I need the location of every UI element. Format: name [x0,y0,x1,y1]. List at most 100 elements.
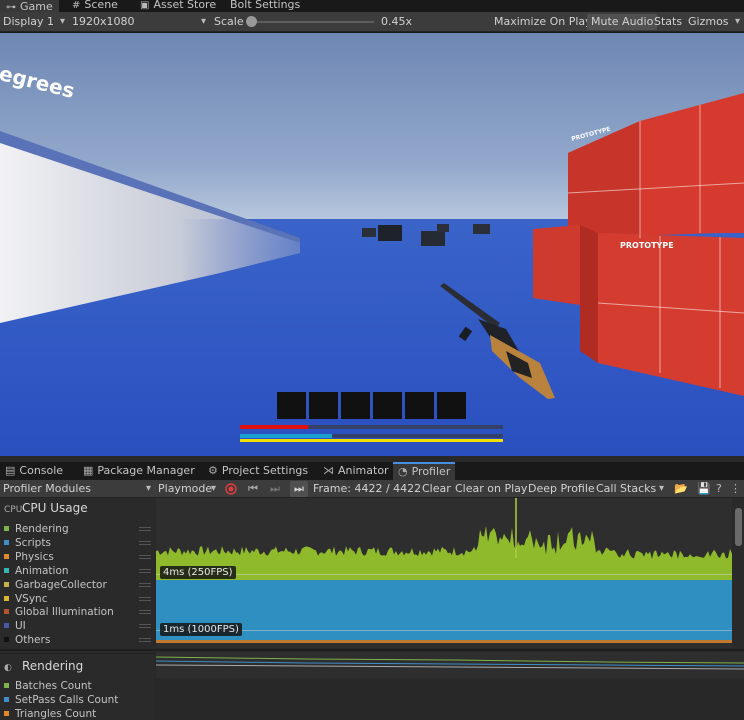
drag-grip-icon[interactable] [139,582,151,587]
cpu-usage-chart [156,498,732,648]
console-icon: ▤ [5,464,16,477]
rendering-legend-item[interactable]: Batches Count [4,679,92,693]
package-icon: ▦ [83,464,94,477]
playmode-dropdown[interactable]: Playmode [158,481,218,497]
marker-label-1ms: 1ms (1000FPS) [160,623,242,636]
hotbar-slot[interactable] [341,392,370,419]
legend-label: Global Illumination [15,606,114,619]
marker-line-1ms [156,630,732,631]
tab-animator[interactable]: ⋊ Animator [318,462,394,480]
cpu-usage-graph[interactable]: 4ms (250FPS) 1ms (1000FPS) [156,498,732,648]
resolution-dropdown[interactable]: 1920x1080 [72,14,208,30]
gear-icon: ⚙ [208,464,218,477]
rendering-legend-item[interactable]: Triangles Count [4,707,96,720]
legend-swatch [4,683,9,688]
health-bar [240,425,309,429]
call-stacks-dropdown[interactable]: Call Stacks [596,481,666,497]
rendering-module-title[interactable]: ◐ Rendering [4,658,83,674]
cpu-legend-item[interactable]: VSync [4,592,155,606]
rendering-icon: ◐ [4,663,12,673]
drag-grip-icon[interactable] [139,624,151,629]
tab-bolt-settings[interactable]: Bolt Settings [224,0,306,12]
scale-value: 0.45x [381,15,413,28]
rendering-graph[interactable] [156,652,744,678]
red-box [533,225,580,305]
deep-profile-button[interactable]: Deep Profile [524,481,599,497]
legend-swatch [4,623,9,629]
tab-project-settings[interactable]: ⚙ Project Settings [203,462,313,480]
drag-grip-icon[interactable] [139,540,151,545]
rendering-legend-item[interactable]: SetPass Calls Count [4,693,118,707]
legend-swatch [4,539,9,545]
game-toolbar: Display 1 1920x1080 Scale 0.45x Maximize… [0,12,744,32]
mute-audio-button[interactable]: Mute Audio [587,14,658,30]
cpu-legend-item[interactable]: Scripts [4,536,155,550]
cpu-legend-item[interactable]: Global Illumination [4,605,155,619]
frame-counter: Frame: 4422 / 4422 [313,482,422,495]
cpu-legend-item[interactable]: Rendering [4,522,155,536]
next-frame-icon[interactable]: ⏭ [270,481,280,497]
drag-grip-icon[interactable] [139,610,151,615]
tab-game[interactable]: ⊶ Game [0,0,59,12]
drag-grip-icon[interactable] [139,554,151,559]
hotbar-slot[interactable] [277,392,306,419]
legend-swatch [4,595,9,601]
gizmos-dropdown[interactable]: Gizmos [684,14,742,30]
distant-box [378,225,402,241]
scripts-area [156,580,732,640]
scale-slider-track[interactable] [252,21,374,23]
distant-box [362,228,376,237]
profiler-modules-dropdown[interactable]: Profiler Modules [3,481,153,497]
hotbar-slot[interactable] [405,392,434,419]
stats-button[interactable]: Stats [650,14,686,30]
legend-label: VSync [15,592,48,605]
game-viewport[interactable]: PROTOTYPE PROTOTYPE egrees [0,33,744,456]
cpu-legend-item[interactable]: GarbageCollector [4,578,155,592]
drag-grip-icon[interactable] [139,527,151,531]
cpu-legend-item[interactable]: Others [4,633,155,647]
legend-swatch [4,609,9,615]
scale-slider-knob[interactable] [246,16,257,27]
rendering-area [156,525,732,580]
legend-swatch [4,637,9,643]
profiler-window: ▤ Console ▦ Package Manager ⚙ Project Setti… [0,456,744,720]
tab-console[interactable]: ▤ Console [0,462,68,480]
clear-button[interactable]: Clear [418,481,455,497]
red-box-side [580,225,598,363]
graph-separator [0,649,744,651]
display-dropdown[interactable]: Display 1 [3,14,67,30]
tab-package-manager[interactable]: ▦ Package Manager [78,462,200,480]
legend-label: Batches Count [15,680,92,692]
load-icon[interactable]: 📂 [674,481,688,497]
profiler-scrollbar[interactable] [732,498,744,648]
help-icon[interactable]: ? [716,481,722,497]
first-frame-icon[interactable]: ⏮ [248,481,258,497]
legend-label: Scripts [15,536,51,549]
profiler-toolbar: Profiler Modules Playmode ⏮ ⏭ ⏭ Frame: 4… [0,480,744,498]
tab-asset-store[interactable]: ▣ Asset Store [134,0,222,12]
drag-grip-icon[interactable] [139,638,151,643]
marker-label-4ms: 4ms (250FPS) [160,566,236,579]
legend-label: SetPass Calls Count [15,694,119,706]
drag-grip-icon[interactable] [139,568,151,573]
maximize-on-play-button[interactable]: Maximize On Play [490,14,596,30]
hotbar-slot[interactable] [373,392,402,419]
record-button[interactable] [224,483,238,495]
cpu-legend-item[interactable]: UI [4,619,155,633]
current-frame-icon[interactable]: ⏭ [290,481,308,497]
cpu-legend-item[interactable]: Physics [4,550,155,564]
tab-profiler[interactable]: ◔ Profiler [393,462,456,480]
drag-grip-icon[interactable] [139,596,151,601]
tab-scene[interactable]: # Scene [66,0,124,12]
legend-swatch [4,711,9,716]
legend-label: Rendering [15,523,69,535]
more-options-icon[interactable]: ⋮ [730,481,741,497]
profiler-icon: ◔ [398,465,408,478]
hotbar-slot[interactable] [309,392,338,419]
hotbar-slot[interactable] [437,392,466,419]
cpu-usage-module-title[interactable]: CPUCPU Usage [4,500,88,516]
save-icon[interactable]: 💾 [697,481,711,497]
cpu-legend-item[interactable]: Animation [4,564,155,578]
scrollbar-thumb[interactable] [735,508,742,546]
clear-on-play-button[interactable]: Clear on Play [451,481,531,497]
